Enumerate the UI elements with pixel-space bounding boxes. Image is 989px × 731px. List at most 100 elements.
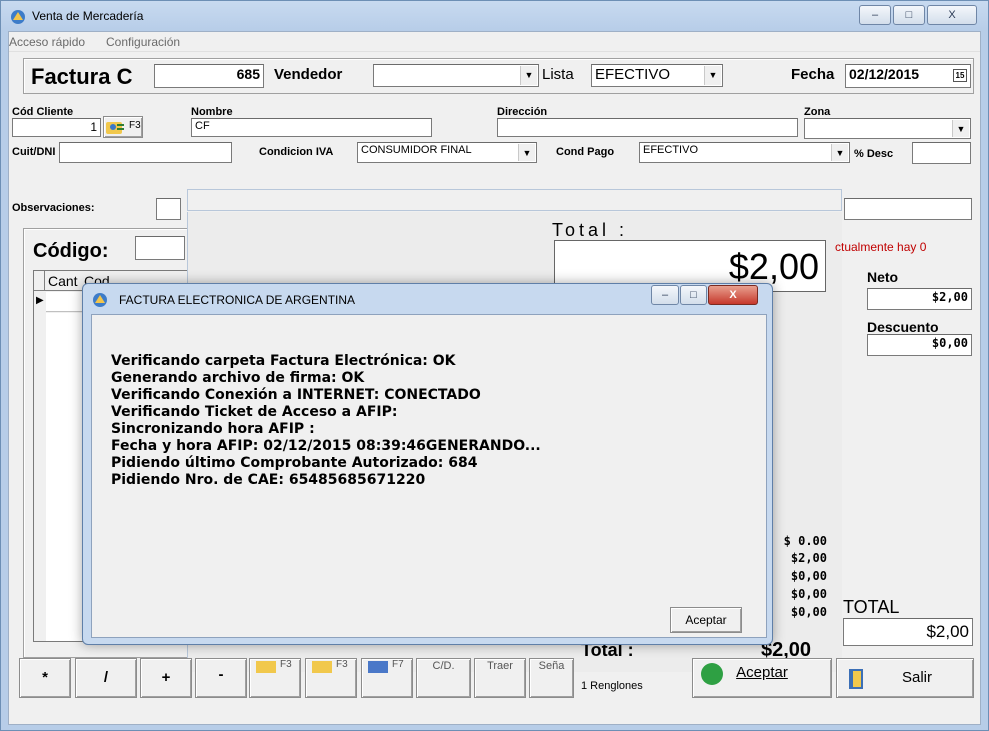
divide-button[interactable]: / — [75, 658, 137, 698]
client-card-icon — [312, 661, 332, 673]
sena-button[interactable]: Seña — [529, 658, 574, 698]
chevron-down-icon[interactable]: ▼ — [831, 144, 848, 161]
dialog-message-7: Pidiendo último Comprobante Autorizado: … — [111, 455, 478, 471]
window-title: Venta de Mercadería — [32, 9, 144, 23]
chevron-down-icon[interactable]: ▼ — [704, 66, 721, 85]
f3-key-label: F3 — [280, 659, 292, 670]
neto-label: Neto — [867, 269, 899, 285]
dialog-app-icon — [93, 293, 107, 307]
descuento-value: $0,00 — [867, 334, 972, 356]
col-cant[interactable]: Cant — [48, 273, 78, 289]
dialog-message-6: Fecha y hora AFIP: 02/12/2015 08:39:46GE… — [111, 438, 541, 454]
minimize-button[interactable]: – — [859, 5, 891, 25]
cond-iva-label: Condicion IVA — [259, 146, 334, 158]
dialog-maximize-button[interactable]: □ — [680, 285, 707, 305]
dialog-close-button[interactable]: X — [708, 285, 758, 305]
f3-label: F3 — [129, 120, 141, 131]
renglones-count: 1 Renglones — [581, 680, 643, 692]
dialog-ok-button[interactable]: Aceptar — [670, 607, 742, 633]
observaciones-field-right[interactable] — [844, 198, 972, 220]
exit-door-icon — [849, 669, 863, 689]
aceptar-main-label: Aceptar — [736, 664, 788, 681]
cuit-field[interactable] — [59, 142, 232, 163]
row-header-corner — [34, 271, 45, 291]
dialog-message-2: Generando archivo de firma: OK — [111, 370, 365, 386]
search-client-button[interactable]: F3 — [103, 116, 143, 138]
chevron-down-icon[interactable]: ▼ — [520, 66, 537, 85]
client-search-icon — [106, 122, 124, 134]
cond-pago-value: EFECTIVO — [643, 144, 699, 156]
dialog-window-controls: – □ X — [651, 285, 763, 305]
traer-button[interactable]: Traer — [474, 658, 526, 698]
desc-label: % Desc — [854, 148, 894, 160]
dialog-title: FACTURA ELECTRONICA DE ARGENTINA — [119, 293, 356, 307]
cd-button[interactable]: C/D. — [416, 658, 471, 698]
salir-button[interactable]: Salir — [836, 658, 974, 698]
dialog-message-4: Verificando Ticket de Acceso a AFIP: — [111, 404, 398, 420]
f3-key-label: F3 — [336, 659, 348, 670]
codigo-input[interactable] — [135, 236, 185, 260]
minus-button[interactable]: - — [195, 658, 247, 698]
lista-value: EFECTIVO — [595, 66, 671, 83]
fecha-label: Fecha — [791, 66, 835, 83]
cod-cliente-label: Cód Cliente — [12, 106, 74, 118]
total-panel-bar — [187, 189, 842, 211]
aceptar-main-button[interactable]: Aceptar — [692, 658, 832, 698]
doc-type-label: Factura C — [31, 64, 133, 89]
grand-total-value: $2,00 — [843, 618, 973, 646]
observaciones-label: Observaciones: — [12, 202, 95, 214]
direccion-label: Dirección — [497, 106, 548, 118]
desc-field[interactable] — [912, 142, 971, 164]
menu-bar: Acceso rápido Configuración — [9, 32, 980, 52]
app-icon — [11, 10, 25, 24]
nombre-label: Nombre — [191, 106, 233, 118]
vendedor-select[interactable]: ▼ — [373, 64, 539, 87]
multiply-button[interactable]: * — [19, 658, 71, 698]
direccion-field[interactable] — [497, 118, 798, 137]
nombre-field[interactable]: CF — [191, 118, 432, 137]
menu-configuracion[interactable]: Configuración — [106, 35, 180, 49]
f7-button[interactable]: F7 — [361, 658, 413, 698]
dialog-minimize-button[interactable]: – — [651, 285, 679, 305]
cond-pago-label: Cond Pago — [556, 146, 615, 158]
maximize-button[interactable]: □ — [893, 5, 925, 25]
codigo-label: Código: — [33, 240, 109, 262]
chevron-down-icon[interactable]: ▼ — [952, 120, 969, 137]
cond-pago-select[interactable]: EFECTIVO ▼ — [639, 142, 850, 163]
factura-electronica-dialog: FACTURA ELECTRONICA DE ARGENTINA – □ X V… — [82, 283, 773, 645]
invoice-number-field[interactable]: 685 — [154, 64, 264, 88]
f7-key-label: F7 — [392, 659, 404, 670]
observaciones-field[interactable] — [156, 198, 181, 220]
dialog-message-3: Verificando Conexión a INTERNET: CONECTA… — [111, 387, 481, 403]
zona-select[interactable]: ▼ — [804, 118, 971, 139]
close-button[interactable]: X — [927, 5, 977, 25]
client-card-icon — [256, 661, 276, 673]
dialog-message-5: Sincronizando hora AFIP : — [111, 421, 315, 437]
fecha-field[interactable]: 02/12/2015 15 — [845, 64, 971, 88]
menu-acceso-rapido[interactable]: Acceso rápido — [9, 35, 85, 49]
vendedor-label: Vendedor — [274, 66, 343, 83]
descuento-label: Descuento — [867, 319, 939, 335]
accept-icon — [701, 663, 723, 685]
f3-button-1[interactable]: F3 — [249, 658, 301, 698]
dialog-message-1: Verificando carpeta Factura Electrónica:… — [111, 353, 456, 369]
total-label: Total : — [552, 220, 629, 240]
cond-iva-value: CONSUMIDOR FINAL — [361, 144, 472, 156]
row-pointer-icon: ▶ — [36, 295, 44, 306]
cuit-label: Cuit/DNI — [12, 146, 56, 158]
title-bar[interactable]: Venta de Mercadería – □ X — [2, 2, 987, 32]
lista-label: Lista — [542, 66, 574, 83]
chevron-down-icon[interactable]: ▼ — [518, 144, 535, 161]
cod-cliente-field[interactable]: 1 — [12, 118, 101, 137]
calendar-icon[interactable]: 15 — [953, 69, 967, 82]
lista-select[interactable]: EFECTIVO ▼ — [591, 64, 723, 87]
f3-button-2[interactable]: F3 — [305, 658, 357, 698]
fecha-value: 02/12/2015 — [849, 66, 920, 82]
dialog-body: Verificando carpeta Factura Electrónica:… — [91, 314, 767, 638]
grand-total-label: TOTAL — [843, 597, 900, 617]
cond-iva-select[interactable]: CONSUMIDOR FINAL ▼ — [357, 142, 537, 163]
list-icon — [368, 661, 388, 673]
plus-button[interactable]: + — [140, 658, 192, 698]
stock-notice: ctualmente hay 0 — [835, 240, 927, 254]
neto-value: $2,00 — [867, 288, 972, 310]
